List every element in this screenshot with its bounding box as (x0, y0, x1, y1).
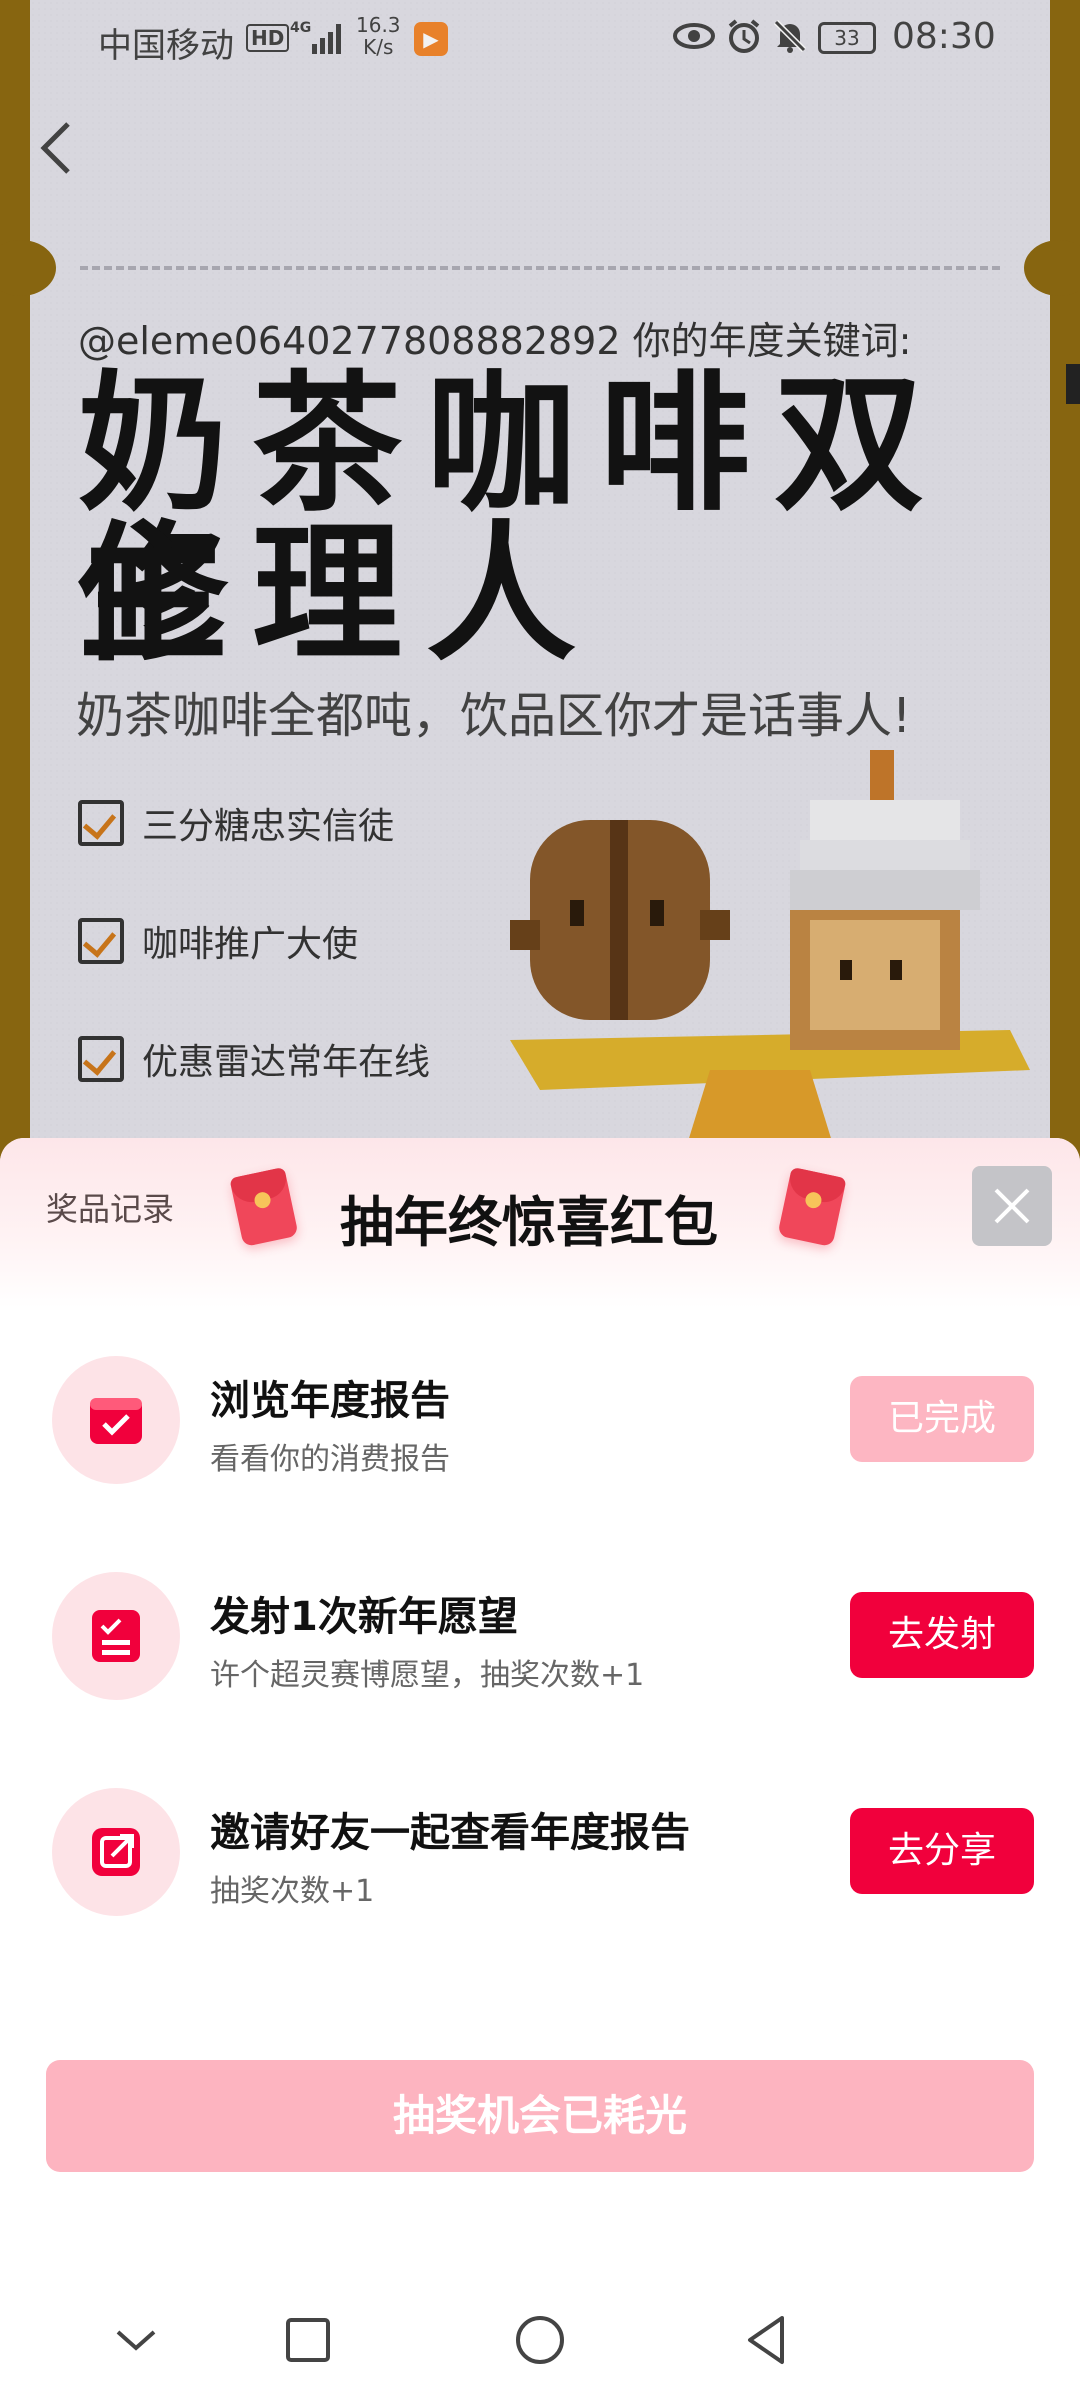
page-dim-overlay (0, 0, 1080, 1200)
sheet-title: 抽年终惊喜红包 (340, 1191, 718, 1254)
task-title: 浏览年度报告 (210, 1378, 450, 1424)
calendar-check-icon (52, 1356, 180, 1484)
collapse-chevron-icon[interactable] (106, 2310, 166, 2370)
close-button[interactable] (972, 1166, 1052, 1246)
system-nav-bar (0, 2280, 1080, 2400)
launch-wish-button[interactable]: 去发射 (850, 1592, 1034, 1678)
task-row: 邀请好友一起查看年度报告 抽奖次数+1 去分享 (0, 1788, 1080, 1928)
prize-record-link[interactable]: 奖品记录 (46, 1184, 174, 1230)
lucky-draw-sheet: 奖品记录 抽年终惊喜红包 浏览年度报告 看看你的消费报告 已完成 发射1次新年愿… (0, 1138, 1080, 2400)
task-description: 许个超灵赛博愿望，抽奖次数+1 (210, 1658, 645, 1693)
recents-square-icon[interactable] (278, 2310, 338, 2370)
list-check-icon (52, 1572, 180, 1700)
task-row: 发射1次新年愿望 许个超灵赛博愿望，抽奖次数+1 去发射 (0, 1572, 1080, 1712)
task-title: 发射1次新年愿望 (210, 1594, 518, 1640)
draw-button[interactable]: 抽奖机会已耗光 (46, 2060, 1034, 2172)
share-button[interactable]: 去分享 (850, 1808, 1034, 1894)
task-row: 浏览年度报告 看看你的消费报告 已完成 (0, 1356, 1080, 1496)
home-circle-icon[interactable] (510, 2310, 570, 2370)
task-completed-button[interactable]: 已完成 (850, 1376, 1034, 1462)
task-description: 看看你的消费报告 (210, 1442, 450, 1477)
back-triangle-icon[interactable] (738, 2310, 798, 2370)
task-title: 邀请好友一起查看年度报告 (210, 1810, 690, 1856)
share-edit-icon (52, 1788, 180, 1916)
close-icon (994, 1188, 1030, 1224)
task-description: 抽奖次数+1 (210, 1874, 375, 1909)
